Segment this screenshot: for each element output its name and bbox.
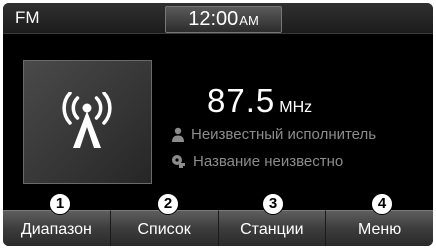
- song-tag-icon: [172, 155, 185, 168]
- frequency-unit: MHz: [279, 99, 313, 116]
- status-bar: FM 12:00AM: [3, 3, 433, 34]
- radio-antenna-icon: [62, 92, 112, 148]
- artist-name: Неизвестный исполнитель: [191, 126, 377, 143]
- source-label: FM: [15, 8, 40, 27]
- menu-button[interactable]: Меню: [325, 210, 433, 246]
- album-art: [23, 60, 152, 184]
- stations-button[interactable]: Станции: [217, 210, 326, 246]
- person-icon: [172, 127, 184, 142]
- list-button[interactable]: Список: [109, 210, 218, 246]
- song-title: Название неизвестно: [193, 153, 344, 170]
- callout-4: 4: [371, 193, 393, 215]
- clock-time: 12:00: [188, 8, 239, 30]
- now-playing-panel: 87.5 MHz Неизвестный исполнитель Название…: [3, 34, 433, 209]
- artist-row: Неизвестный исполнитель: [171, 126, 376, 143]
- title-row: Название неизвестно: [171, 153, 343, 170]
- frequency-value: 87.5: [207, 82, 276, 119]
- callout-3: 3: [262, 193, 284, 215]
- band-button[interactable]: Диапазон: [3, 210, 110, 246]
- callout-1: 1: [49, 193, 71, 215]
- clock[interactable]: 12:00AM: [165, 6, 282, 33]
- menu-bar: Диапазон Список Станции Меню: [3, 210, 433, 246]
- callout-2: 2: [157, 193, 179, 215]
- clock-ampm: AM: [239, 13, 259, 28]
- frequency-display: 87.5 MHz: [207, 82, 312, 120]
